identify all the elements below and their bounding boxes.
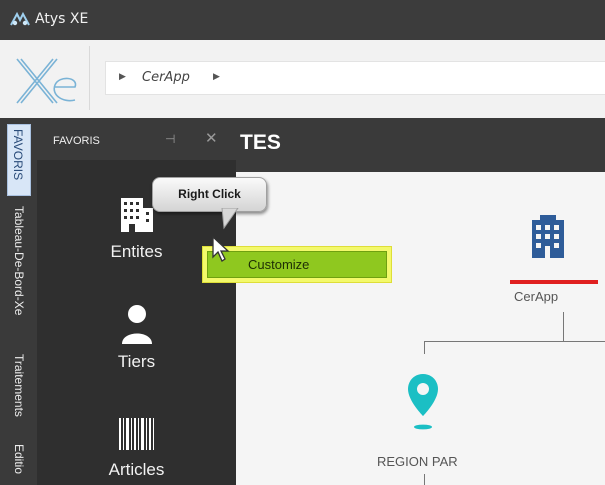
tab-favoris[interactable]: FAVORIS [7,124,31,196]
app-logo-icon [10,11,30,26]
org-node-region[interactable]: REGION PAR [356,370,496,474]
org-node-label: REGION PAR [377,454,458,469]
connector-line [563,312,564,342]
breadcrumb-arrow-icon[interactable]: ▶ [213,72,220,82]
favori-label: Articles [108,460,165,479]
favoris-panel: FAVORIS ⊣ ✕ Entites Tiers Articles [37,118,236,485]
title-bar: Atys XE [0,0,605,40]
favori-item-tiers[interactable]: Tiers [37,302,236,382]
pin-icon[interactable]: ⊣ [165,132,175,146]
tab-traitements[interactable]: Traitements [7,354,31,434]
callout-tail [221,208,239,230]
tab-tableau-de-bord[interactable]: Tableau-De-Bord-Xe [7,206,31,346]
breadcrumb-arrow-icon[interactable]: ▶ [119,72,126,82]
org-node-root[interactable]: CerApp [498,214,598,310]
callout-text: Right Click [178,187,241,201]
map-pin-icon [408,374,438,430]
org-node-label: CerApp [514,289,559,304]
panel-header: FAVORIS ⊣ ✕ [37,118,236,160]
person-icon [122,305,152,344]
root-underline [510,280,598,284]
ribbon: ▶ CerApp ▶ [0,40,605,119]
building-icon [532,215,564,258]
xe-logo [16,58,77,104]
main-content: TES CerApp REGION PAR [236,118,605,485]
main-header: TES [236,118,605,172]
mouse-cursor-icon [212,235,230,262]
breadcrumb-item[interactable]: CerApp [142,70,190,85]
connector-line [424,341,605,342]
favori-item-articles[interactable]: Articles [37,414,236,484]
connector-line [424,341,425,354]
breadcrumb[interactable]: ▶ CerApp ▶ [105,61,605,95]
page-title: TES [240,131,281,154]
right-click-callout: Right Click [152,177,267,212]
close-icon[interactable]: ✕ [205,129,218,147]
panel-title: FAVORIS [53,135,100,147]
tab-editions[interactable]: Editio [7,444,31,485]
window-title: Atys XE [35,11,89,27]
favori-label: Tiers [117,352,156,371]
barcode-icon [119,418,154,450]
connector-line [424,474,425,485]
divider [89,46,90,110]
side-tab-strip: FAVORIS Tableau-De-Bord-Xe Traitements E… [0,118,37,485]
